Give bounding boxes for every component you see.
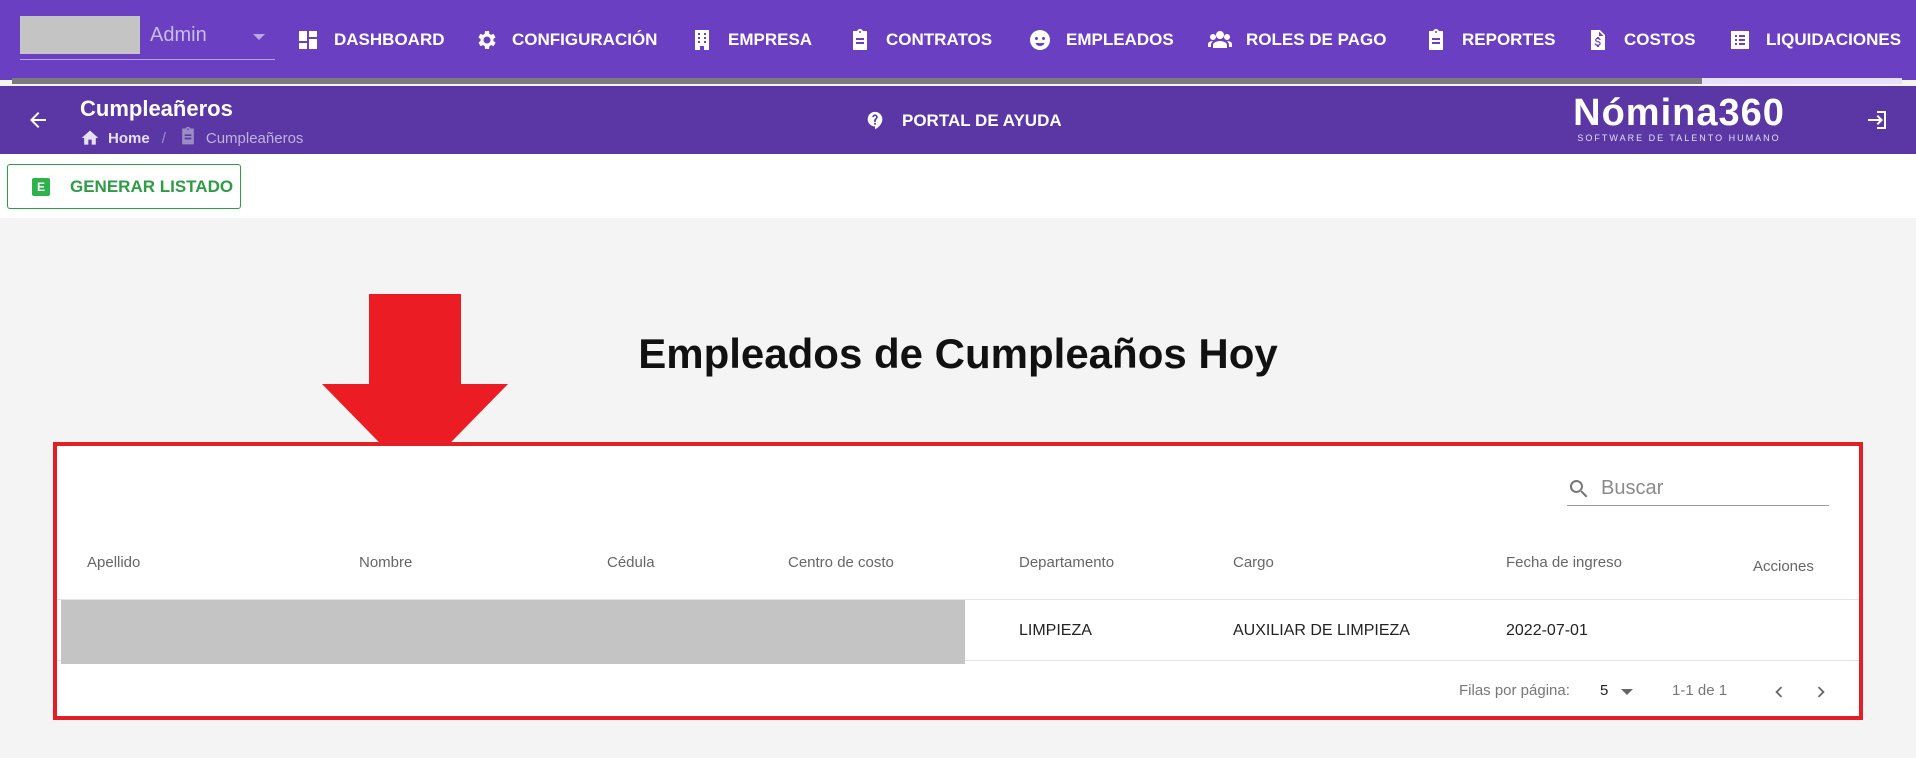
nav-item-dashboard[interactable]: DASHBOARD <box>296 22 445 58</box>
nav-item-costos[interactable]: COSTOS <box>1586 22 1695 58</box>
search-field[interactable] <box>1567 472 1829 506</box>
column-header[interactable]: Nombre <box>359 554 412 571</box>
cell-cargo: AUXILIAR DE LIMPIEZA <box>1233 622 1410 639</box>
table-row[interactable]: LIMPIEZA AUXILIAR DE LIMPIEZA 2022-07-01 <box>57 599 1859 664</box>
page-header: Cumpleañeros Home / Cumpleañeros PORTAL … <box>0 86 1916 154</box>
nav-item-label: ROLES DE PAGO <box>1246 30 1387 49</box>
search-icon <box>1569 479 1588 497</box>
brand-tagline: SOFTWARE DE TALENTO HUMANO <box>1577 133 1781 143</box>
redacted-block <box>61 600 965 664</box>
gear-icon <box>478 31 496 49</box>
help-portal-link[interactable]: PORTAL DE AYUDA <box>864 110 1062 132</box>
clipboard-icon <box>182 126 194 145</box>
nav-item-label: DASHBOARD <box>334 30 445 49</box>
cell-departamento: LIMPIEZA <box>1019 622 1092 639</box>
nav-item-liquidaciones[interactable]: LIQUIDACIONES <box>1728 22 1901 58</box>
help-label: PORTAL DE AYUDA <box>902 111 1062 130</box>
chevron-down-icon[interactable] <box>1621 689 1633 695</box>
nav-item-label: REPORTES <box>1462 30 1556 49</box>
dollar-document-icon <box>1591 30 1605 50</box>
brand-name: Nómina360 <box>1573 92 1785 134</box>
excel-icon: E <box>32 177 50 196</box>
top-navbar: Admin DASHBOARD CONFIGURACIÓN EMPRESA CO… <box>0 0 1916 84</box>
action-bar: E GENERAR LISTADO <box>0 154 1916 218</box>
table-header: Apellido Nombre Cédula Centro de costo D… <box>57 554 1859 596</box>
logout-button[interactable] <box>1864 108 1888 137</box>
column-header[interactable]: Apellido <box>87 554 140 571</box>
column-header[interactable]: Cargo <box>1233 554 1274 571</box>
next-page-button[interactable] <box>1807 678 1835 706</box>
nav-item-reportes[interactable]: REPORTES <box>1424 22 1556 58</box>
clipboard-icon <box>1429 29 1443 50</box>
rows-per-page-select[interactable]: 5 <box>1600 682 1608 699</box>
list-icon <box>1731 31 1749 49</box>
nav-item-label: COSTOS <box>1624 30 1696 49</box>
breadcrumb-clipboard-icon <box>178 126 206 150</box>
clipboard-icon <box>853 29 867 50</box>
search-input[interactable] <box>1601 477 1821 500</box>
chevron-left-icon <box>1775 686 1783 698</box>
column-header: Acciones <box>1753 558 1814 575</box>
nav-progress-bar <box>12 78 1902 84</box>
face-icon <box>1030 30 1050 50</box>
birthday-table-card: Apellido Nombre Cédula Centro de costo D… <box>53 442 1863 720</box>
nav-item-empresa[interactable]: EMPRESA <box>690 22 812 58</box>
pagination: Filas por página: 5 1-1 de 1 <box>57 672 1859 712</box>
breadcrumb: Home / Cumpleañeros <box>80 126 303 150</box>
nav-item-label: EMPRESA <box>728 30 813 49</box>
nav-item-roles-de-pago[interactable]: ROLES DE PAGO <box>1208 22 1386 58</box>
dashboard-icon <box>299 31 317 49</box>
chevron-down-icon <box>253 34 265 40</box>
avatar <box>20 16 140 54</box>
column-header[interactable]: Centro de costo <box>788 554 894 571</box>
building-icon <box>695 30 709 50</box>
breadcrumb-home[interactable]: Home <box>108 130 150 147</box>
section-title: Empleados de Cumpleaños Hoy <box>638 330 1278 377</box>
generate-list-label: GENERAR LISTADO <box>70 176 234 196</box>
column-header[interactable]: Cédula <box>607 554 655 571</box>
people-icon <box>1208 31 1232 48</box>
nav-item-label: LIQUIDACIONES <box>1766 30 1902 49</box>
user-name: Admin <box>150 24 207 46</box>
cell-fecha-ingreso: 2022-07-01 <box>1506 622 1588 639</box>
rows-per-page-label: Filas por página: <box>1459 682 1570 699</box>
chevron-right-icon <box>1817 686 1825 698</box>
prev-page-button[interactable] <box>1765 678 1793 706</box>
nav-item-label: CONTRATOS <box>886 30 993 49</box>
nav-active-indicator <box>1702 78 1902 84</box>
logout-icon <box>1868 111 1886 129</box>
column-header[interactable]: Fecha de ingreso <box>1506 554 1622 571</box>
nav-item-configuracion[interactable]: CONFIGURACIÓN <box>474 22 657 58</box>
home-icon <box>81 130 99 145</box>
back-button[interactable] <box>26 108 50 132</box>
user-selector[interactable]: Admin <box>20 14 275 60</box>
page-title: Cumpleañeros <box>80 96 233 121</box>
page-range: 1-1 de 1 <box>1672 682 1728 699</box>
breadcrumb-separator: / <box>161 129 166 147</box>
column-header[interactable]: Departamento <box>1019 554 1114 571</box>
help-icon <box>867 111 883 130</box>
nav-item-label: CONFIGURACIÓN <box>512 30 658 49</box>
arrow-left-icon <box>30 112 46 128</box>
breadcrumb-current: Cumpleañeros <box>205 129 304 147</box>
nav-item-contratos[interactable]: CONTRATOS <box>848 22 992 58</box>
brand-logo: Nómina360 SOFTWARE DE TALENTO HUMANO <box>1564 92 1794 143</box>
nav-item-empleados[interactable]: EMPLEADOS <box>1028 22 1174 58</box>
nav-item-label: EMPLEADOS <box>1066 30 1174 49</box>
generate-list-button[interactable]: E GENERAR LISTADO <box>7 164 241 209</box>
